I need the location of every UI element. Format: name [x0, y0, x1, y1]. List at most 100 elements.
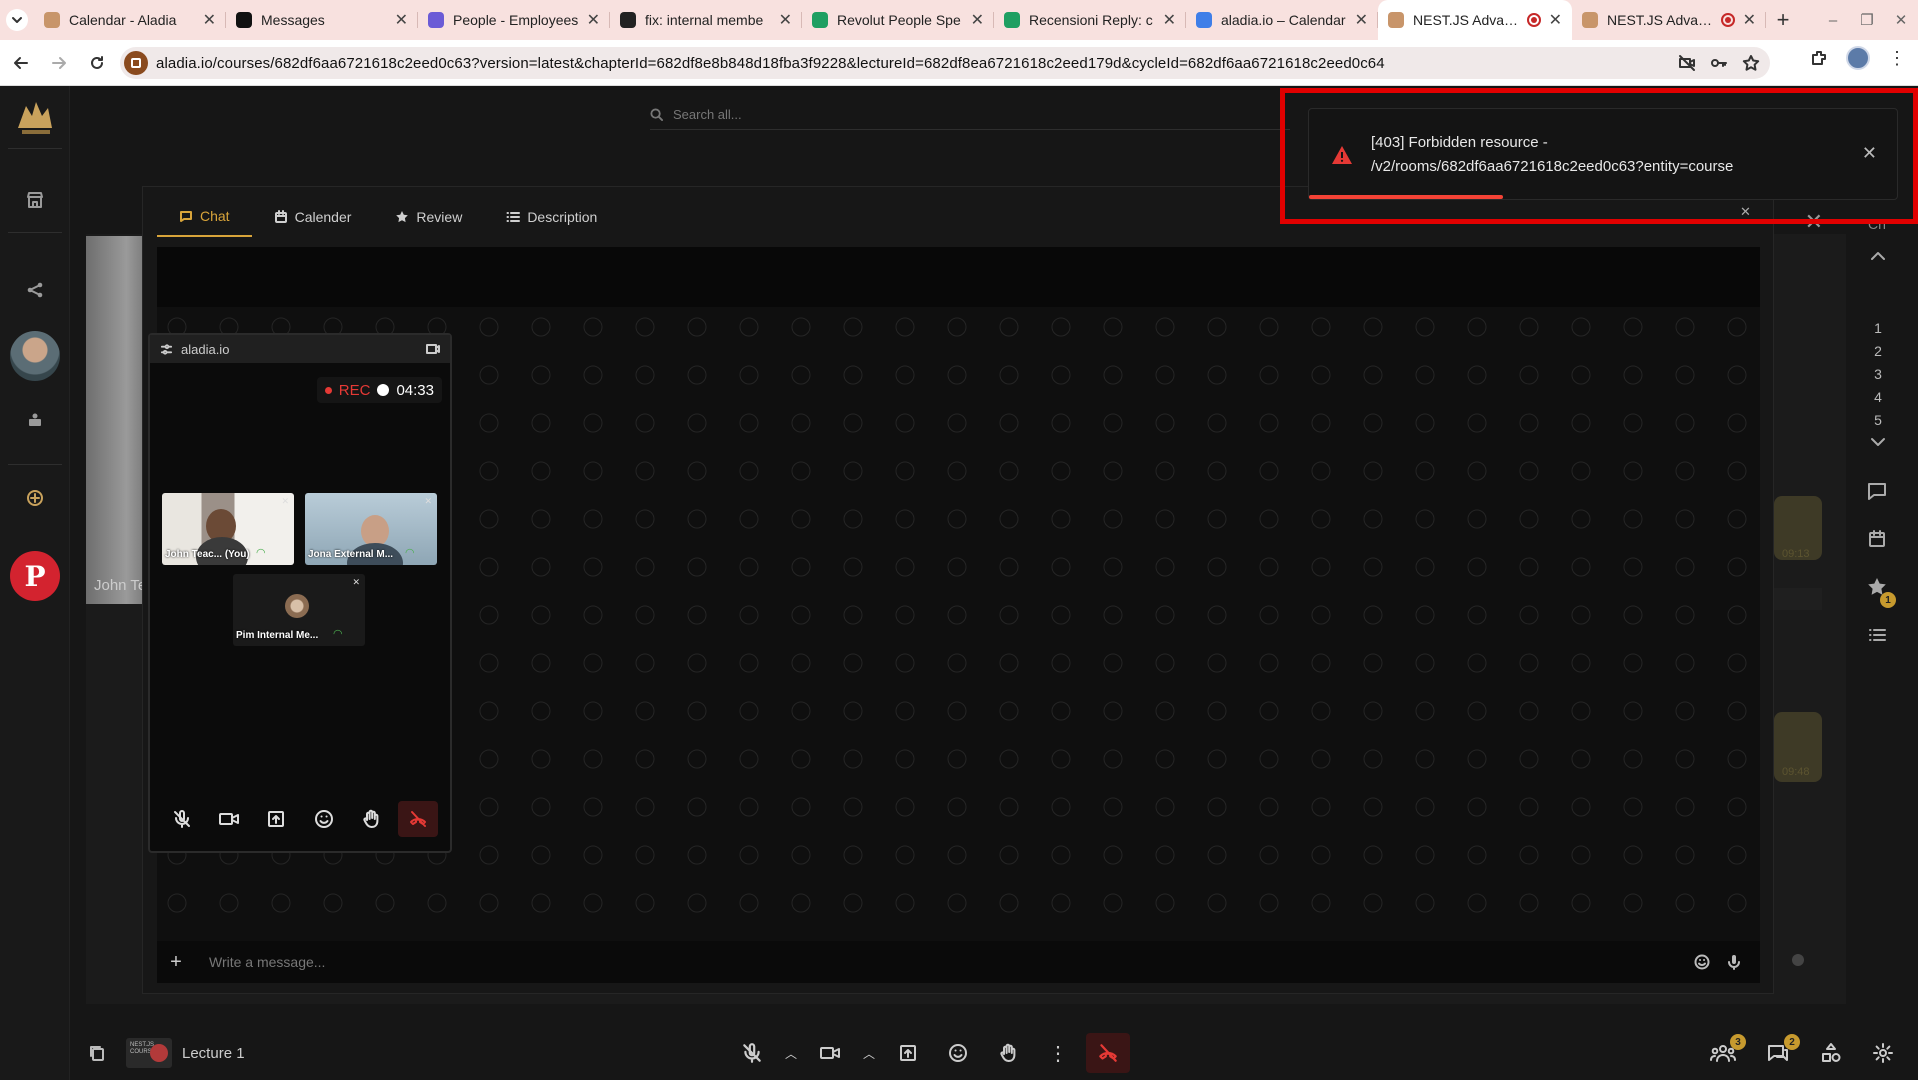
course-thumbnail[interactable]: NEST.JS COURSE	[126, 1038, 172, 1068]
chat-icon[interactable]: 2	[1766, 1034, 1800, 1064]
browser-tab[interactable]: NEST.JS Advance ✕	[1572, 0, 1766, 40]
extensions-icon[interactable]	[1810, 49, 1828, 67]
settings-sliders-icon[interactable]	[160, 343, 173, 356]
profile-avatar[interactable]	[1846, 46, 1870, 70]
tab-review[interactable]: Review	[373, 197, 484, 237]
chapter-number[interactable]: 5	[1858, 412, 1898, 428]
browser-tab[interactable]: People - Employees ✕	[418, 0, 610, 40]
search-placeholder: Search all...	[673, 107, 742, 122]
participant-tile[interactable]: ✕ Pim Internal Me... ◠	[233, 574, 365, 646]
tab-close-icon[interactable]: ✕	[779, 10, 792, 30]
chapter-number[interactable]: 1	[1858, 320, 1898, 336]
tab-label: Chat	[200, 208, 230, 224]
emoji-icon[interactable]	[1694, 954, 1710, 970]
mic-options-chevron-icon[interactable]: ︿	[780, 1033, 802, 1073]
browser-tab[interactable]: fix: internal membe ✕	[610, 0, 802, 40]
tab-close-icon[interactable]: ✕	[587, 10, 600, 30]
browser-tab[interactable]: Messages ✕	[226, 0, 418, 40]
global-search[interactable]: Search all...	[650, 100, 1290, 130]
participant-tile[interactable]: ✕ John Teac... (You) ◠	[162, 493, 294, 565]
list-icon[interactable]	[1866, 624, 1890, 648]
tab-search-button[interactable]	[0, 0, 34, 40]
message-input[interactable]: Write a message...	[209, 954, 325, 970]
record-dot-icon	[324, 386, 332, 394]
browser-tab[interactable]: NEST.JS Advance ✕	[1378, 0, 1572, 40]
participants-icon[interactable]: 3	[1710, 1034, 1746, 1064]
bookmark-star-icon[interactable]	[1742, 54, 1760, 72]
address-bar[interactable]: aladia.io/courses/682df6aa6721618c2eed0c…	[120, 47, 1770, 79]
share-icon[interactable]	[17, 272, 53, 308]
tab-favicon-icon	[812, 12, 828, 28]
list-icon	[506, 212, 521, 222]
chapter-number[interactable]: 3	[1858, 366, 1898, 382]
video-call-window[interactable]: aladia.io REC 04:33 ✕ John Teac... (You)…	[148, 333, 452, 853]
tab-calender[interactable]: Calender	[252, 197, 374, 237]
minimize-button[interactable]: –	[1816, 12, 1850, 29]
raise-hand-icon[interactable]	[351, 801, 391, 837]
pinterest-workspace-icon[interactable]: P	[10, 551, 60, 601]
attach-plus-button[interactable]: +	[157, 951, 195, 974]
mic-off-icon[interactable]	[730, 1033, 774, 1073]
end-call-button[interactable]	[1086, 1033, 1130, 1073]
toast-progress-bar	[1309, 195, 1504, 199]
chevron-down-icon[interactable]	[1866, 430, 1890, 454]
site-info-icon[interactable]	[124, 51, 148, 75]
tab-close-icon[interactable]: ✕	[395, 10, 408, 30]
more-menu-icon[interactable]: ⋮	[1888, 48, 1906, 69]
shapes-icon[interactable]	[1820, 1042, 1842, 1064]
url-text[interactable]: aladia.io/courses/682df6aa6721618c2eed0c…	[156, 55, 1385, 72]
key-icon[interactable]	[1710, 54, 1728, 72]
mic-off-icon[interactable]	[162, 801, 202, 837]
toast-close-button[interactable]: ✕	[1862, 143, 1877, 164]
camera-icon[interactable]	[209, 801, 249, 837]
browser-tab[interactable]: Recensioni Reply: c ✕	[994, 0, 1186, 40]
video-window-icon[interactable]	[426, 343, 440, 355]
end-call-button[interactable]	[398, 801, 439, 837]
chapter-number[interactable]: 2	[1858, 343, 1898, 359]
tab-description[interactable]: Description	[484, 197, 619, 237]
calendar-icon[interactable]	[1866, 528, 1890, 552]
back-button[interactable]	[4, 46, 38, 80]
tab-title: People - Employees	[453, 12, 579, 28]
reload-button[interactable]	[80, 46, 114, 80]
tab-close-icon[interactable]: ✕	[1355, 10, 1368, 30]
secondary-close-icon[interactable]: ✕	[1740, 204, 1751, 220]
tab-close-icon[interactable]: ✕	[1743, 10, 1756, 30]
tab-close-icon[interactable]: ✕	[971, 10, 984, 30]
participant-name: John Teac... (You)	[165, 549, 250, 560]
chapter-number[interactable]: 4	[1858, 389, 1898, 405]
browser-tab[interactable]: aladia.io – Calendar ✕	[1186, 0, 1378, 40]
mic-icon[interactable]	[1726, 954, 1742, 970]
chevron-up-icon[interactable]	[1866, 244, 1890, 268]
more-options-icon[interactable]: ⋮	[1036, 1033, 1080, 1073]
participants-badge: 3	[1730, 1034, 1746, 1050]
copy-icon[interactable]	[88, 1044, 106, 1062]
emoji-reaction-icon[interactable]	[936, 1033, 980, 1073]
browser-tab[interactable]: Revolut People Spe ✕	[802, 0, 994, 40]
tab-close-icon[interactable]: ✕	[1549, 10, 1562, 30]
tab-chat[interactable]: Chat	[157, 197, 252, 237]
browser-tab[interactable]: Calendar - Aladia ✕	[34, 0, 226, 40]
screen-share-icon[interactable]	[886, 1033, 930, 1073]
participant-tile[interactable]: ✕ Jona External M... ◠	[305, 493, 437, 565]
teams-icon[interactable]	[17, 402, 53, 438]
restore-button[interactable]: ❐	[1850, 11, 1884, 29]
window-close-button[interactable]: ✕	[1884, 11, 1918, 29]
add-workspace-icon[interactable]	[17, 480, 53, 516]
raise-hand-icon[interactable]	[986, 1033, 1030, 1073]
forward-button[interactable]	[42, 46, 76, 80]
screen-share-icon[interactable]	[256, 801, 296, 837]
camera-blocked-icon[interactable]	[1678, 54, 1696, 72]
review-star-icon[interactable]: 1	[1866, 576, 1896, 608]
aladia-logo[interactable]	[12, 94, 58, 140]
tab-close-icon[interactable]: ✕	[203, 10, 216, 30]
tab-close-icon[interactable]: ✕	[1163, 10, 1176, 30]
user-avatar[interactable]	[10, 331, 60, 381]
camera-icon[interactable]	[808, 1033, 852, 1073]
camera-options-chevron-icon[interactable]: ︿	[858, 1033, 880, 1073]
new-tab-button[interactable]: +	[1766, 7, 1800, 33]
store-icon[interactable]	[17, 182, 53, 218]
settings-gear-icon[interactable]	[1872, 1042, 1894, 1064]
comment-icon[interactable]	[1866, 480, 1890, 504]
emoji-reaction-icon[interactable]	[304, 801, 344, 837]
